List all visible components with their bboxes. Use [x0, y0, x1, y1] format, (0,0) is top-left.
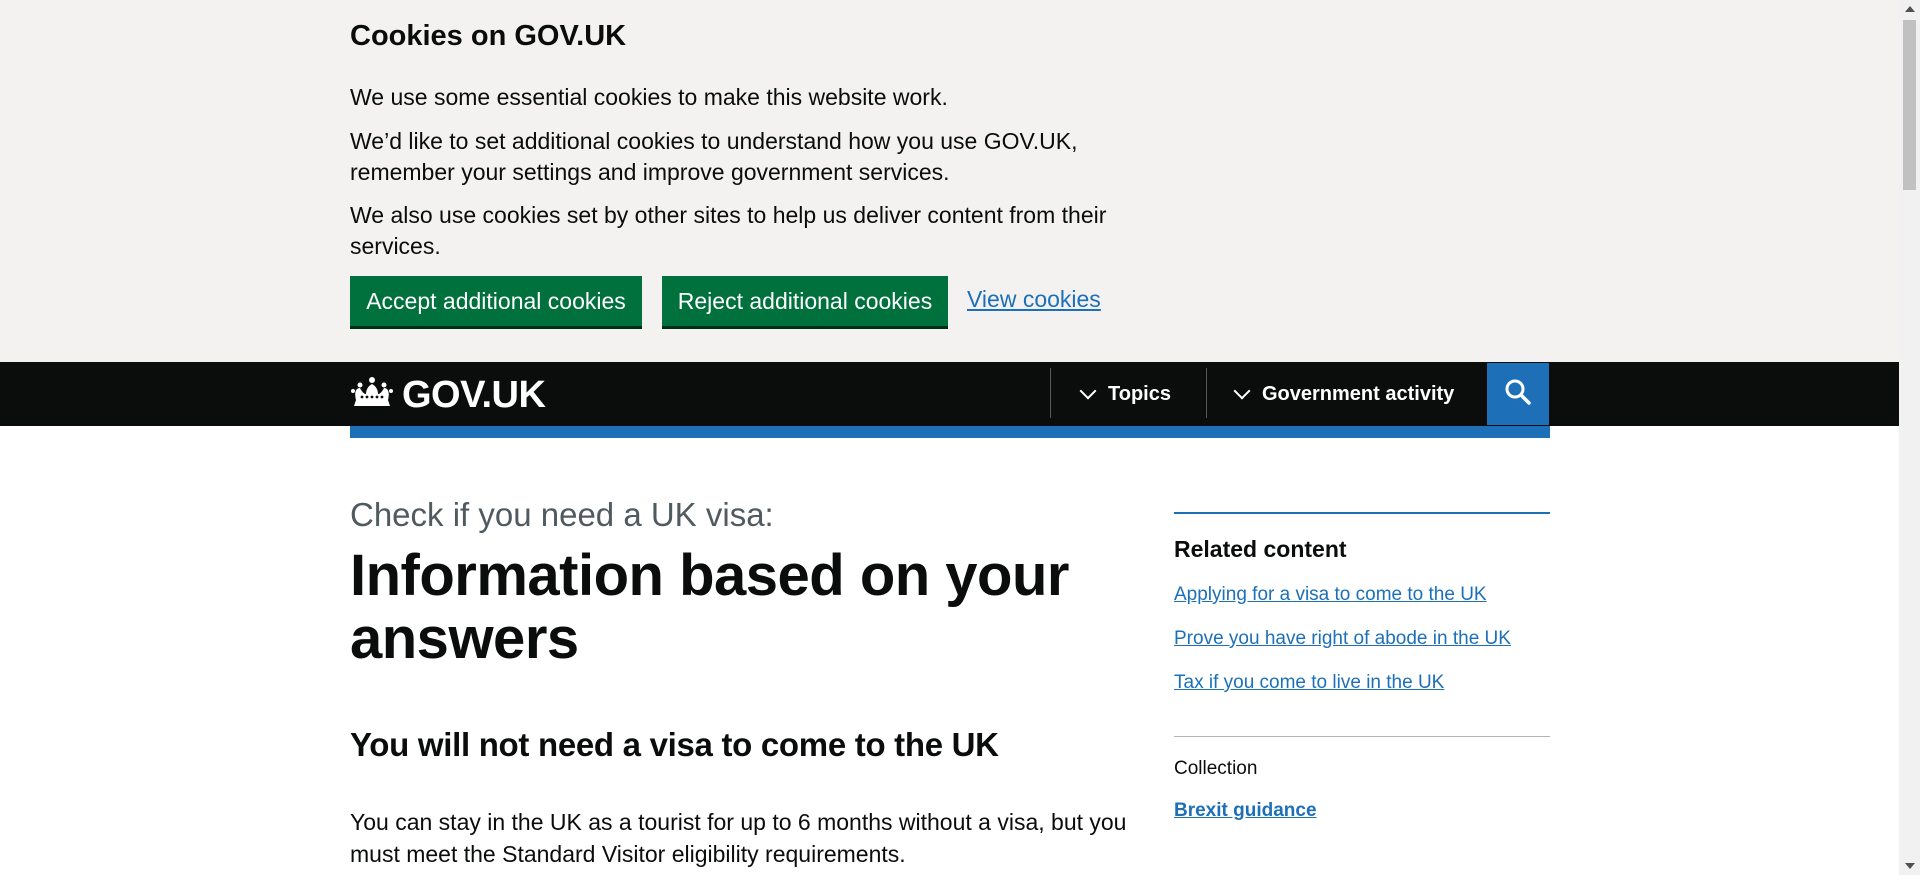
search-icon — [1505, 379, 1531, 410]
collection-link-brexit[interactable]: Brexit guidance — [1174, 800, 1317, 822]
collection-label: Collection — [1174, 758, 1258, 779]
cookie-banner-title: Cookies on GOV.UK — [350, 20, 627, 52]
cookie-text-essential: We use some essential cookies to make th… — [350, 84, 948, 110]
nav-government-activity-button[interactable]: Government activity — [1233, 362, 1455, 426]
accept-cookies-button[interactable]: Accept additional cookies — [350, 276, 642, 326]
govuk-logo-link[interactable]: GOV.UK — [350, 374, 546, 417]
scrollbar-thumb[interactable] — [1903, 20, 1916, 190]
chevron-down-icon — [1079, 382, 1097, 400]
scroll-up-arrow-icon[interactable] — [1905, 6, 1915, 12]
search-button[interactable] — [1487, 363, 1549, 425]
header-blue-bar — [350, 426, 1550, 438]
nav-topics-label: Topics — [1108, 382, 1171, 405]
cookie-banner: Cookies on GOV.UK We use some essential … — [0, 0, 1899, 362]
related-link-tax[interactable]: Tax if you come to live in the UK — [1174, 672, 1444, 694]
logo-text: GOV.UK — [402, 374, 546, 416]
result-heading: You will not need a visa to come to the … — [350, 726, 999, 763]
nav-government-activity-label: Government activity — [1262, 382, 1455, 405]
nav-divider — [1206, 368, 1207, 418]
sidebar-divider — [1174, 736, 1550, 737]
crown-icon — [350, 376, 394, 415]
reject-cookies-button[interactable]: Reject additional cookies — [662, 276, 948, 326]
page-title: Information based on your answers — [350, 543, 1070, 671]
cookie-text-third-party: We also use cookies set by other sites t… — [350, 202, 1107, 259]
page: Cookies on GOV.UK We use some essential … — [0, 0, 1899, 875]
related-content-heading: Related content — [1174, 536, 1347, 562]
site-header: GOV.UK Topics Government activity — [0, 362, 1899, 426]
related-content-top-rule — [1174, 512, 1550, 514]
nav-divider — [1050, 368, 1051, 418]
cookie-text-additional: We’d like to set additional cookies to u… — [350, 128, 1078, 185]
page-scrollbar[interactable] — [1899, 0, 1920, 875]
nav-topics-button[interactable]: Topics — [1079, 362, 1171, 426]
view-cookies-link[interactable]: View cookies — [967, 286, 1101, 313]
result-body-text: You can stay in the UK as a tourist for … — [350, 809, 1127, 867]
related-link-applying-visa[interactable]: Applying for a visa to come to the UK — [1174, 584, 1487, 606]
related-link-right-of-abode[interactable]: Prove you have right of abode in the UK — [1174, 628, 1511, 650]
chevron-down-icon — [1233, 382, 1251, 400]
scroll-down-arrow-icon[interactable] — [1905, 863, 1915, 869]
page-caption: Check if you need a UK visa: — [350, 496, 774, 533]
